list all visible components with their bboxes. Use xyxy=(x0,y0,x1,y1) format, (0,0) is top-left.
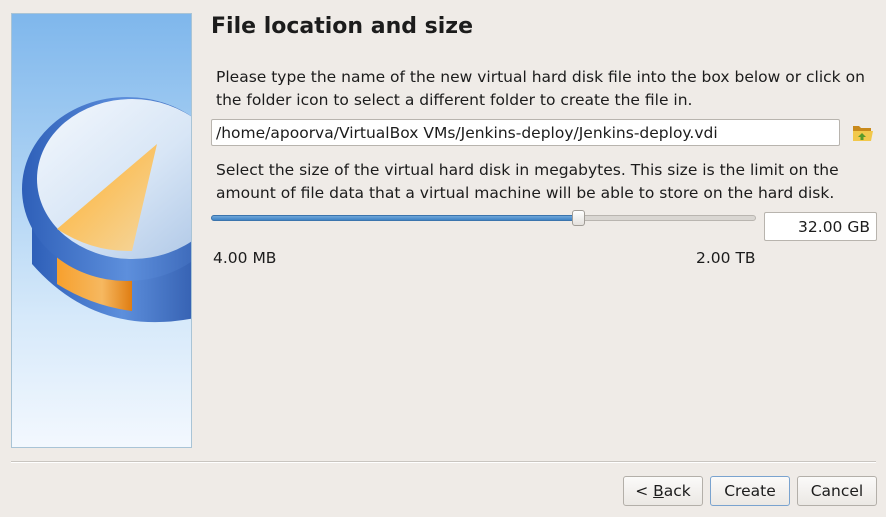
slider-fill xyxy=(211,215,579,221)
hard-disk-illustration xyxy=(22,97,191,323)
choose-folder-button[interactable] xyxy=(850,121,876,145)
location-description: Please type the name of the new virtual … xyxy=(216,68,865,109)
divider xyxy=(11,461,876,463)
size-description: Select the size of the virtual hard disk… xyxy=(216,161,839,202)
wizard-watermark-image xyxy=(11,13,192,448)
back-button-mnemonic: B xyxy=(653,482,664,500)
disk-size-slider[interactable] xyxy=(211,208,756,228)
page-title: File location and size xyxy=(211,14,474,39)
max-size-label: 2.00 TB xyxy=(696,249,756,267)
folder-open-icon xyxy=(853,126,873,141)
cancel-button[interactable]: Cancel xyxy=(797,476,877,506)
disk-size-input[interactable] xyxy=(764,212,877,241)
slider-handle[interactable] xyxy=(572,210,585,226)
back-button-prefix: < xyxy=(635,482,654,500)
back-button[interactable]: < Back xyxy=(623,476,703,506)
create-button[interactable]: Create xyxy=(710,476,790,506)
file-location-input[interactable] xyxy=(211,119,840,146)
back-button-rest: ack xyxy=(663,482,691,500)
min-size-label: 4.00 MB xyxy=(213,249,277,267)
